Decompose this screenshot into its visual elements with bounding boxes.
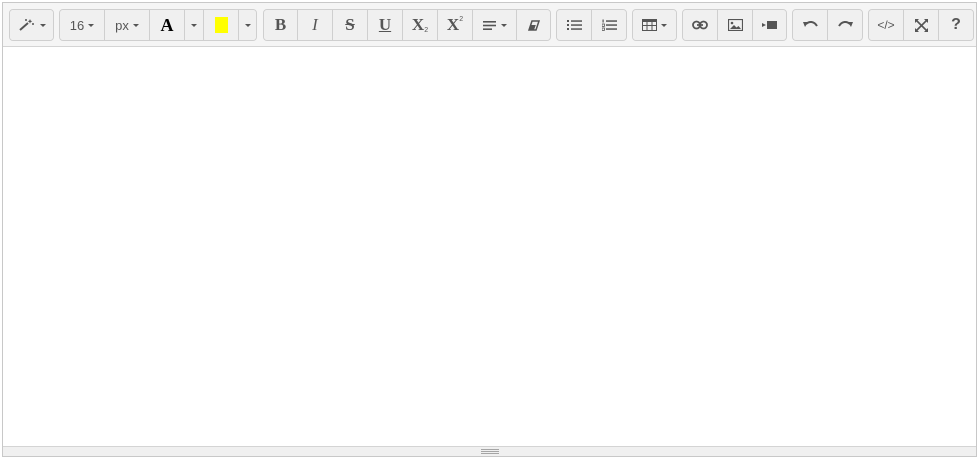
chevron-down-icon	[244, 23, 251, 27]
style-group	[9, 9, 54, 41]
insert-picture-button[interactable]	[718, 10, 753, 40]
chevron-down-icon	[661, 23, 667, 27]
underline-icon: U	[378, 15, 392, 34]
font-color-letter: A	[160, 14, 174, 35]
font-size-value: 16	[69, 17, 85, 33]
subscript-mark: 2	[424, 26, 429, 34]
table-dropdown-button[interactable]	[633, 10, 676, 40]
superscript-icon: X	[446, 15, 460, 34]
eraser-icon	[527, 19, 540, 31]
bold-icon: B	[274, 15, 287, 34]
undo-button[interactable]	[793, 10, 828, 40]
view-group: </> ?	[868, 9, 974, 41]
resize-grip-icon	[480, 449, 499, 454]
table-icon	[642, 19, 657, 31]
link-icon	[692, 20, 708, 30]
underline-button[interactable]: U	[368, 10, 403, 40]
unordered-list-icon	[566, 19, 582, 31]
font-size-dropdown[interactable]: 16	[60, 10, 105, 40]
strikethrough-icon: S	[345, 15, 355, 34]
help-label: ?	[951, 16, 961, 33]
resize-bar[interactable]	[3, 446, 976, 456]
redo-icon	[837, 20, 853, 30]
insert-group	[682, 9, 787, 41]
align-icon	[482, 20, 497, 31]
code-view-label: </>	[877, 18, 895, 32]
superscript-button[interactable]: X 2	[438, 10, 473, 40]
fullscreen-button[interactable]	[904, 10, 939, 40]
ordered-list-icon	[601, 19, 617, 31]
editor-content-area[interactable]	[3, 47, 976, 446]
code-view-button[interactable]: </>	[869, 10, 904, 40]
font-unit-dropdown[interactable]: px	[105, 10, 150, 40]
list-group	[556, 9, 627, 41]
chevron-down-icon	[88, 23, 95, 27]
style-dropdown-button[interactable]	[10, 10, 53, 40]
chevron-down-icon	[132, 23, 139, 27]
insert-video-button[interactable]	[753, 10, 786, 40]
insert-link-button[interactable]	[683, 10, 718, 40]
highlight-color-dropdown[interactable]	[239, 10, 256, 40]
ordered-list-button[interactable]	[592, 10, 626, 40]
chevron-down-icon	[191, 23, 197, 27]
history-group	[792, 9, 863, 41]
editor-toolbar: 16 px A B I S U X 2 X 2 </> ?	[3, 3, 976, 47]
subscript-icon: X	[411, 15, 425, 34]
highlight-color-button[interactable]	[204, 10, 239, 40]
chevron-down-icon	[500, 23, 507, 27]
font-unit-value: px	[115, 17, 129, 33]
rich-text-editor: 16 px A B I S U X 2 X 2 </> ?	[2, 2, 977, 457]
clear-format-button[interactable]	[517, 10, 550, 40]
chevron-down-icon	[39, 23, 46, 27]
bold-button[interactable]: B	[264, 10, 298, 40]
italic-button[interactable]: I	[298, 10, 333, 40]
undo-icon	[802, 20, 818, 30]
table-group	[632, 9, 677, 41]
font-color-dropdown[interactable]	[185, 10, 204, 40]
help-button[interactable]: ?	[939, 10, 973, 40]
highlight-swatch	[214, 17, 228, 33]
redo-button[interactable]	[828, 10, 862, 40]
strikethrough-button[interactable]: S	[333, 10, 368, 40]
fullscreen-icon	[914, 18, 928, 32]
paragraph-align-dropdown[interactable]	[473, 10, 517, 40]
magic-wand-icon	[18, 18, 36, 32]
font-group: 16 px A	[59, 9, 257, 41]
subscript-button[interactable]: X 2	[403, 10, 438, 40]
font-color-button[interactable]: A	[150, 10, 185, 40]
format-group: B I S U X 2 X 2	[263, 9, 551, 41]
unordered-list-button[interactable]	[557, 10, 592, 40]
picture-icon	[727, 19, 743, 31]
video-icon	[762, 20, 777, 30]
superscript-mark: 2	[459, 15, 464, 23]
italic-icon: I	[312, 15, 318, 34]
